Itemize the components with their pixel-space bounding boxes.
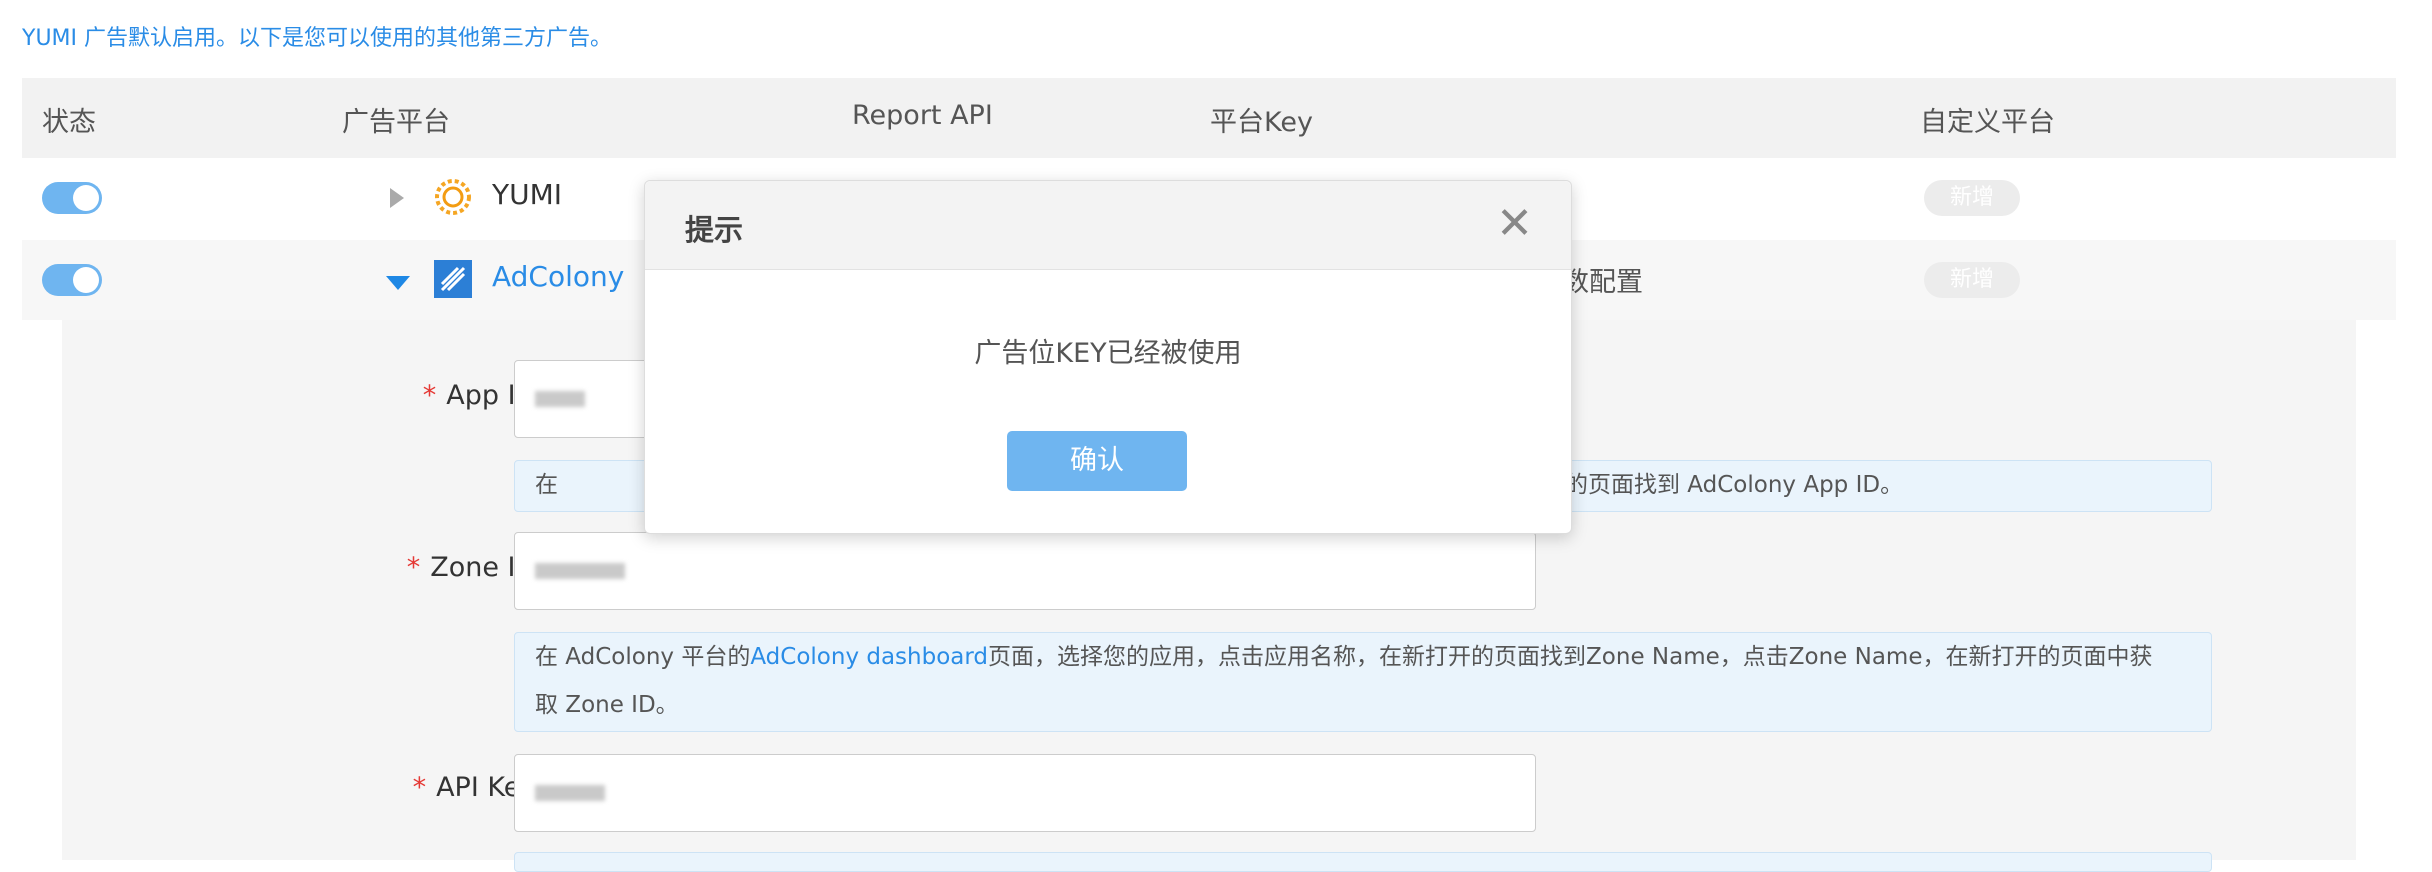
dialog-title: 提示	[685, 213, 744, 247]
dialog-header: 提示 ✕	[645, 181, 1571, 270]
yumi-sun-icon	[435, 179, 471, 215]
header-status: 状态	[42, 107, 96, 138]
zone-id-hint-line2: 取 Zone ID。	[535, 692, 679, 718]
header-platform: 广告平台	[342, 107, 450, 138]
api-key-hint	[514, 852, 2212, 872]
zone-id-hint: 在 AdColony 平台的AdColony dashboard页面，选择您的应…	[514, 632, 2212, 732]
app-id-label: * App ID :	[224, 380, 554, 411]
zone-id-hint-prefix: 在 AdColony 平台的	[535, 644, 751, 670]
zone-id-hint-suffix: 页面，选择您的应用，点击应用名称，在新打开的页面找到Zone Name，点击Zo…	[988, 644, 2153, 670]
adcolony-dashboard-link[interactable]: AdColony dashboard	[750, 644, 988, 670]
alert-dialog: 提示 ✕ 广告位KEY已经被使用 确认	[644, 180, 1572, 534]
masked-value	[535, 563, 625, 579]
required-asterisk: *	[412, 772, 427, 803]
zone-id-input[interactable]	[514, 532, 1536, 610]
info-notice: YUMI 广告默认启用。以下是您可以使用的其他第三方广告。	[22, 26, 613, 51]
header-platform-key: 平台Key	[1210, 107, 1313, 138]
api-key-label: * API Key :	[224, 772, 554, 803]
collapse-arrow-icon[interactable]	[386, 276, 410, 290]
toggle-knob	[73, 185, 99, 211]
header-report-api: Report API	[852, 100, 993, 131]
dialog-message: 广告位KEY已经被使用	[974, 338, 1242, 369]
add-badge[interactable]: 新增	[1924, 262, 2020, 298]
masked-value	[535, 391, 585, 407]
platform-name[interactable]: YUMI	[492, 178, 562, 211]
header-custom-platform: 自定义平台	[1920, 107, 2055, 138]
zone-id-label: * Zone ID :	[224, 552, 554, 583]
confirm-button[interactable]: 确认	[1007, 431, 1187, 491]
table-header: 状态 广告平台 Report API 平台Key 自定义平台	[22, 78, 2396, 158]
platform-name[interactable]: AdColony	[492, 260, 624, 293]
add-badge[interactable]: 新增	[1924, 180, 2020, 216]
toggle-knob	[73, 267, 99, 293]
app-id-hint-right: 的页面找到 AdColony App ID。	[1565, 472, 1904, 498]
close-icon[interactable]: ✕	[1496, 199, 1533, 249]
api-key-input[interactable]	[514, 754, 1536, 832]
required-asterisk: *	[406, 552, 421, 583]
status-toggle[interactable]	[42, 264, 102, 296]
required-asterisk: *	[422, 380, 437, 411]
key-status-text: 数配置	[1562, 267, 1643, 298]
masked-value	[535, 785, 605, 801]
status-toggle[interactable]	[42, 182, 102, 214]
expand-arrow-icon[interactable]	[390, 188, 404, 208]
app-id-hint-left: 在	[535, 472, 558, 498]
adcolony-icon	[434, 260, 472, 298]
